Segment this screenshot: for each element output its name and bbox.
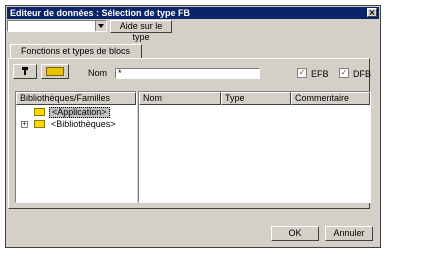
ok-button[interactable]: OK: [271, 226, 319, 241]
nom-label: Nom: [88, 68, 108, 78]
library-icon: [46, 67, 64, 76]
folder-icon: [34, 120, 45, 128]
library-tree[interactable]: Bibliothèques/Familles <Application> + <…: [15, 91, 137, 203]
help-type-button[interactable]: Aide sur le type: [110, 20, 172, 42]
tree-item-label: <Bibliothèques>: [51, 119, 116, 129]
tab-functions-blocks[interactable]: Fonctions et types de blocs: [10, 44, 142, 59]
filter-button[interactable]: [13, 64, 37, 79]
chevron-down-icon[interactable]: [95, 21, 106, 31]
cancel-button[interactable]: Annuler: [325, 226, 373, 241]
tree-item-application[interactable]: <Application>: [19, 107, 134, 118]
nom-input[interactable]: *: [115, 68, 260, 79]
fb-list[interactable]: Nom Type Commentaire: [138, 91, 371, 203]
window-title: Editeur de données : Sélection de type F…: [10, 8, 191, 18]
efb-label: EFB: [311, 69, 329, 79]
efb-checkbox[interactable]: ✓: [297, 68, 307, 78]
title-bar: Editeur de données : Sélection de type F…: [7, 7, 379, 19]
tree-item-libraries[interactable]: + <Bibliothèques>: [19, 119, 134, 130]
expand-icon[interactable]: +: [21, 121, 28, 128]
library-button[interactable]: [41, 64, 69, 79]
column-header-nom[interactable]: Nom: [139, 92, 221, 105]
folder-icon: [34, 108, 45, 116]
dfb-label: DFB: [353, 69, 371, 79]
tree-item-label: <Application>: [49, 107, 110, 118]
close-icon[interactable]: [367, 8, 377, 17]
column-header-type[interactable]: Type: [221, 92, 291, 105]
dfb-checkbox[interactable]: ✓: [339, 68, 349, 78]
type-combo[interactable]: [7, 20, 107, 32]
column-header-comment[interactable]: Commentaire: [291, 92, 370, 105]
tree-header: Bibliothèques/Familles: [16, 92, 136, 105]
